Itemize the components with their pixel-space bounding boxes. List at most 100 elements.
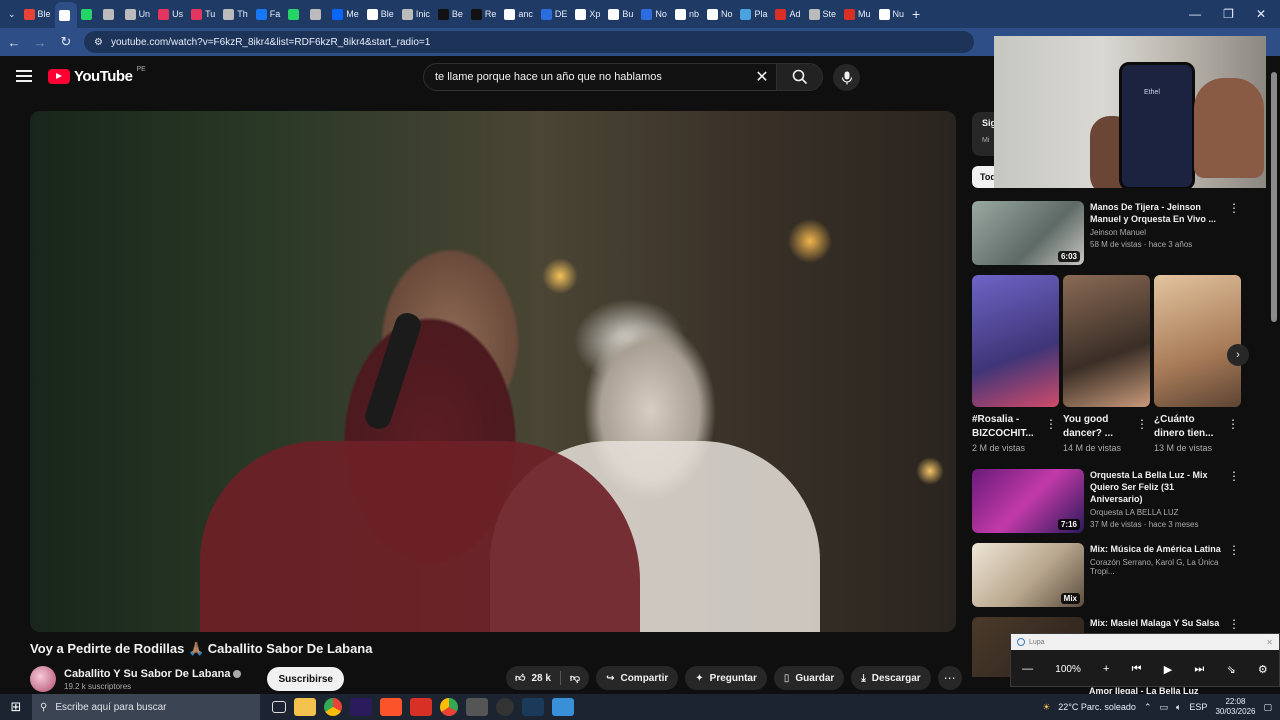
next-icon[interactable]: ⏭ — [1194, 663, 1204, 676]
browser-tab[interactable]: nb — [671, 3, 703, 25]
short-thumbnail[interactable] — [1063, 275, 1150, 407]
windows-start-icon[interactable]: ⊞ — [0, 699, 32, 715]
scrollbar-thumb[interactable] — [1271, 72, 1277, 322]
short-thumbnail[interactable] — [1154, 275, 1241, 407]
browser-tab[interactable]: Ad — [771, 3, 804, 25]
previous-icon[interactable]: ⏮ — [1132, 663, 1142, 676]
browser-tab[interactable]: Mu — [840, 3, 875, 25]
channel-name[interactable]: Caballito Y Su Sabor De Labana — [64, 668, 230, 680]
recommendation-channel[interactable]: Jeinson Manuel — [1090, 228, 1226, 237]
recommendation-thumbnail[interactable]: 6:03 — [972, 201, 1084, 265]
browser-tab[interactable]: No — [637, 3, 671, 25]
close-window-button[interactable]: ✕ — [1256, 7, 1266, 21]
browser-tab[interactable]: Ble — [363, 3, 398, 25]
notifications-icon[interactable]: ▢ — [1263, 702, 1272, 713]
more-actions-icon[interactable]: ⋯ — [937, 666, 962, 690]
magnifier-close-icon[interactable]: ✕ — [1266, 638, 1279, 647]
site-info-icon[interactable]: ⚙ — [94, 37, 103, 48]
browser-tab[interactable]: Nu — [875, 3, 909, 25]
recommendation-thumbnail[interactable]: Mix — [972, 543, 1084, 607]
browser-tab[interactable] — [306, 3, 328, 25]
recommendation-thumbnail[interactable]: 7:16 — [972, 469, 1084, 533]
share-button[interactable]: ↪ Compartir — [596, 666, 679, 690]
more-options-icon[interactable]: ⋮ — [1136, 417, 1148, 431]
recommendation-title[interactable]: Mix: Masiel Malaga Y Su Salsa — [1090, 617, 1226, 629]
recommendation-channel[interactable]: Corazón Serrano, Karol G, La Única Tropi… — [1090, 558, 1226, 576]
more-options-icon[interactable]: ⋮ — [1228, 543, 1240, 557]
browser-tab[interactable] — [99, 3, 121, 25]
more-options-icon[interactable]: ⋮ — [1228, 201, 1240, 215]
play-icon[interactable]: ▶ — [1164, 663, 1172, 676]
language-indicator[interactable]: ESP — [1189, 702, 1207, 712]
network-icon[interactable]: ▭ — [1160, 702, 1169, 713]
brave-icon[interactable] — [380, 698, 402, 716]
browser-tab[interactable]: anc — [500, 3, 537, 25]
shorts-next-arrow-icon[interactable]: › — [1227, 344, 1249, 366]
browser-tab[interactable]: Inic — [398, 3, 434, 25]
chrome-icon[interactable] — [324, 698, 342, 716]
url-field[interactable]: ⚙ youtube.com/watch?v=F6kzR_8ikr4&list=R… — [84, 31, 974, 53]
tab-list-button[interactable]: ⌄ — [4, 3, 20, 25]
dislike-button[interactable]: 👎︎ — [561, 672, 589, 684]
ask-button[interactable]: ✦ Preguntar — [685, 666, 767, 690]
recommendation-title[interactable]: Mix: Música de América Latina — [1090, 543, 1226, 555]
maximize-button[interactable]: ❐ — [1223, 7, 1234, 21]
hamburger-menu-icon[interactable] — [16, 70, 32, 82]
recommendation-title[interactable]: Manos De Tijera - Jeinson Manuel y Orque… — [1090, 201, 1226, 225]
short-thumbnail[interactable] — [972, 275, 1059, 407]
weather-text[interactable]: 22°C Parc. soleado — [1058, 702, 1136, 712]
download-button[interactable]: ⤓ Descargar — [851, 666, 931, 690]
reload-icon[interactable]: ↻ — [58, 34, 74, 50]
short-item[interactable]: #Rosalia - BIZCOCHIT... 2 M de vistas ⋮ — [972, 275, 1059, 465]
forward-icon[interactable]: → — [32, 35, 48, 50]
zoom-out-icon[interactable]: — — [1022, 663, 1033, 675]
more-options-icon[interactable]: ⋮ — [1228, 617, 1240, 631]
recommendation-item[interactable]: Mix Mix: Música de América Latina Corazó… — [972, 543, 1242, 607]
youtube-logo[interactable]: YouTube PE — [48, 66, 146, 85]
browser-tab[interactable]: Th — [219, 3, 252, 25]
browser-tab[interactable]: Bu — [604, 3, 637, 25]
voice-search-button[interactable] — [833, 64, 860, 91]
recommendation-title[interactable]: Orquesta La Bella Luz - Mix Quiero Ser F… — [1090, 469, 1226, 505]
browser-tab[interactable]: Fa — [252, 3, 285, 25]
recommendation-item[interactable]: 7:16 Orquesta La Bella Luz - Mix Quiero … — [972, 469, 1242, 533]
browser-tab[interactable]: Ste — [805, 3, 841, 25]
recommendation-channel[interactable]: Orquesta LA BELLA LUZ — [1090, 508, 1226, 517]
minimize-button[interactable]: — — [1189, 7, 1201, 21]
browser-tab[interactable]: Un — [121, 3, 155, 25]
browser-tab[interactable]: Us — [154, 3, 187, 25]
zoom-in-icon[interactable]: + — [1103, 663, 1109, 675]
chrome-alt-icon[interactable] — [440, 698, 458, 716]
search-button[interactable] — [776, 64, 822, 90]
taskbar-search[interactable]: ⚲ Escribe aquí para buscar — [32, 694, 260, 720]
scrollbar[interactable] — [1271, 60, 1277, 690]
browser-tab[interactable]: Ble — [20, 3, 55, 25]
like-button[interactable]: 👍︎ 28 k — [506, 672, 560, 685]
search-input[interactable] — [424, 71, 748, 83]
new-tab-button[interactable]: + — [908, 3, 924, 25]
browser-tab[interactable] — [54, 2, 77, 28]
browser-tab[interactable]: Xp — [571, 3, 604, 25]
browser-tab[interactable]: Pla — [736, 3, 771, 25]
browser-tab[interactable]: No — [703, 3, 737, 25]
browser-tab[interactable] — [77, 3, 99, 25]
subscribe-button[interactable]: Suscribirse — [267, 667, 344, 691]
channel-avatar[interactable] — [30, 666, 56, 692]
pdf-reader-icon[interactable] — [410, 698, 432, 716]
browser-tab[interactable]: Be — [434, 3, 467, 25]
file-explorer-icon[interactable] — [294, 698, 316, 716]
read-from-here-icon[interactable]: ⇘ — [1227, 663, 1236, 676]
clear-search-icon[interactable]: ✕ — [748, 67, 776, 87]
more-options-icon[interactable]: ⋮ — [1045, 417, 1057, 431]
save-button[interactable]: ▯ Guardar — [773, 666, 845, 690]
obs-icon[interactable] — [496, 698, 514, 716]
more-options-icon[interactable]: ⋮ — [1228, 469, 1240, 483]
short-item[interactable]: ¿Cuánto dinero tien... 13 M de vistas ⋮ — [1154, 275, 1241, 465]
browser-tab[interactable]: Re — [467, 3, 501, 25]
settings-gear-icon[interactable]: ⚙ — [1258, 663, 1268, 676]
video-player[interactable] — [30, 111, 956, 632]
clock[interactable]: 22:08 30/03/2026 — [1215, 697, 1255, 717]
browser-tab[interactable]: Me — [328, 3, 363, 25]
back-icon[interactable]: ← — [6, 35, 22, 50]
calculator-icon[interactable] — [466, 698, 488, 716]
